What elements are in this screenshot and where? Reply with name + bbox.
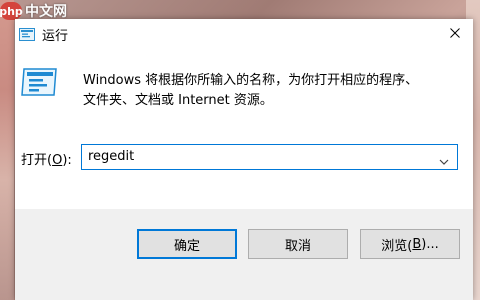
open-label-suffix: ): [62,153,72,168]
close-icon [450,28,460,38]
open-label: 打开(O): [21,149,72,168]
run-dialog: 运行 Windows 将根据你所输入的名称，为你打开相应的程序、 文件夹、文档或… [15,19,473,300]
open-combobox[interactable]: regedit [81,144,458,170]
ok-button[interactable]: 确定 [137,229,237,259]
cancel-button[interactable]: 取消 [248,229,348,259]
run-app-icon [20,67,58,97]
button-bar: 确定 取消 浏览(B)... [15,209,473,300]
background-left [0,0,14,300]
watermark: php 中文网 [0,1,67,21]
description-line-1: Windows 将根据你所输入的名称，为你打开相应的程序、 [83,73,419,88]
watermark-text: 中文网 [25,4,67,20]
run-icon [19,26,35,41]
window-title: 运行 [42,29,69,44]
browse-label-suffix: )... [421,236,439,252]
browse-label-prefix: 浏览( [381,238,413,254]
chevron-down-icon[interactable] [439,152,449,165]
description: Windows 将根据你所输入的名称，为你打开相应的程序、 文件夹、文档或 In… [83,71,463,111]
watermark-logo: php [0,2,23,20]
close-button[interactable] [437,19,473,47]
command-input[interactable]: regedit [88,149,134,164]
description-line-2: 文件夹、文档或 Internet 资源。 [83,93,273,108]
browse-button[interactable]: 浏览(B)... [360,229,460,259]
open-label-key: O [52,153,63,168]
open-label-prefix: 打开( [21,153,53,168]
browse-label-key: B [412,236,422,252]
title-bar[interactable]: 运行 [15,19,473,47]
